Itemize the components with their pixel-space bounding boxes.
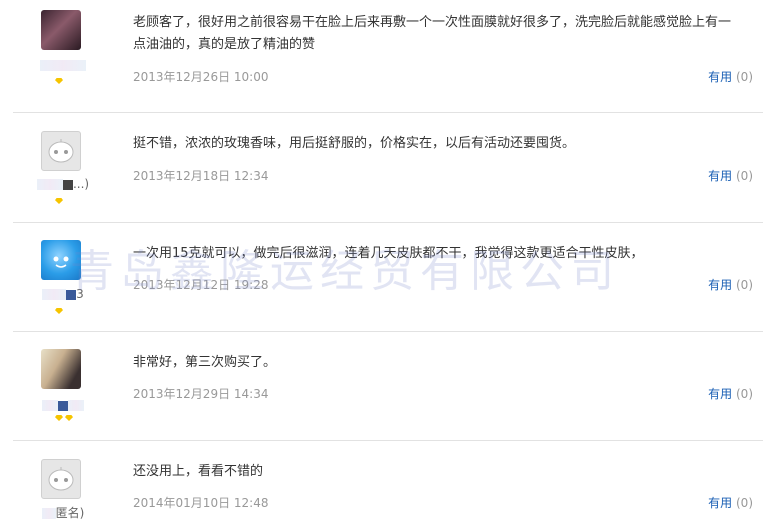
avatar[interactable] [41, 131, 81, 171]
review-date: 2013年12月18日 12:34 [133, 169, 269, 183]
rank-badge [55, 307, 65, 317]
useful-label[interactable]: 有用 [708, 387, 732, 401]
useful-count: (0) [736, 70, 753, 84]
gem-icon [65, 415, 73, 421]
useful-count: (0) [736, 387, 753, 401]
username [33, 58, 93, 72]
review-content: 一次用15克就可以，做完后很滋润，连着几天皮肤都不干，我觉得这款更适合干性皮肤， [133, 246, 644, 261]
useful-button[interactable]: 有用 (0) [708, 494, 753, 511]
useful-label[interactable]: 有用 [708, 278, 732, 292]
avatar[interactable] [41, 10, 81, 50]
review-item: 老顾客了，很好用之前很容易干在脸上后来再敷一个一次性面膜就好很多了，洗完脸后就能… [13, 0, 763, 113]
photo-avatar-icon [41, 349, 81, 389]
review-content: 老顾客了，很好用之前很容易干在脸上后来再敷一个一次性面膜就好很多了，洗完脸后就能… [133, 15, 732, 52]
photo-avatar-icon [41, 10, 81, 50]
useful-button[interactable]: 有用 (0) [708, 385, 753, 402]
username: ...) [33, 177, 93, 191]
useful-label[interactable]: 有用 [708, 70, 732, 84]
gem-icon [55, 198, 63, 204]
review-item: 3 一次用15克就可以，做完后很滋润，连着几天皮肤都不干，我觉得这款更适合干性皮… [13, 223, 763, 332]
review-content: 还没用上，看看不错的 [133, 464, 264, 479]
useful-label[interactable]: 有用 [708, 169, 732, 183]
review-date: 2014年01月10日 12:48 [133, 496, 269, 510]
avatar[interactable] [41, 240, 81, 280]
rank-badge [55, 414, 75, 424]
review-content: 挺不错，浓浓的玫瑰香味，用后挺舒服的，价格实在，以后有活动还要囤货。 [133, 136, 576, 151]
useful-count: (0) [736, 496, 753, 510]
useful-button[interactable]: 有用 (0) [708, 276, 753, 293]
review-item: ...) 挺不错，浓浓的玫瑰香味，用后挺舒服的，价格实在，以后有活动还要囤货。 … [13, 113, 763, 223]
username [33, 398, 93, 412]
useful-count: (0) [736, 169, 753, 183]
robot-avatar-icon [41, 459, 81, 499]
gem-icon [55, 78, 63, 84]
useful-count: (0) [736, 278, 753, 292]
gem-icon [55, 415, 63, 421]
avatar[interactable] [41, 349, 81, 389]
review-date: 2013年12月29日 14:34 [133, 387, 269, 401]
rank-badge [55, 77, 65, 87]
review-item: 匿名) 还没用上，看看不错的 2014年01月10日 12:48 有用 (0) [13, 441, 763, 524]
gem-icon [55, 308, 63, 314]
useful-button[interactable]: 有用 (0) [708, 167, 753, 184]
robot-avatar-icon [41, 131, 81, 171]
username: 3 [33, 287, 93, 301]
useful-label[interactable]: 有用 [708, 496, 732, 510]
username: 匿名) [33, 504, 93, 521]
rank-badge [55, 197, 65, 207]
review-item: 非常好，第三次购买了。 2013年12月29日 14:34 有用 (0) [13, 332, 763, 441]
avatar[interactable] [41, 459, 81, 499]
review-date: 2013年12月26日 10:00 [133, 70, 269, 84]
review-date: 2013年12月12日 19:28 [133, 278, 269, 292]
blue-avatar-icon [41, 240, 81, 280]
review-content: 非常好，第三次购买了。 [133, 355, 277, 370]
useful-button[interactable]: 有用 (0) [708, 68, 753, 85]
